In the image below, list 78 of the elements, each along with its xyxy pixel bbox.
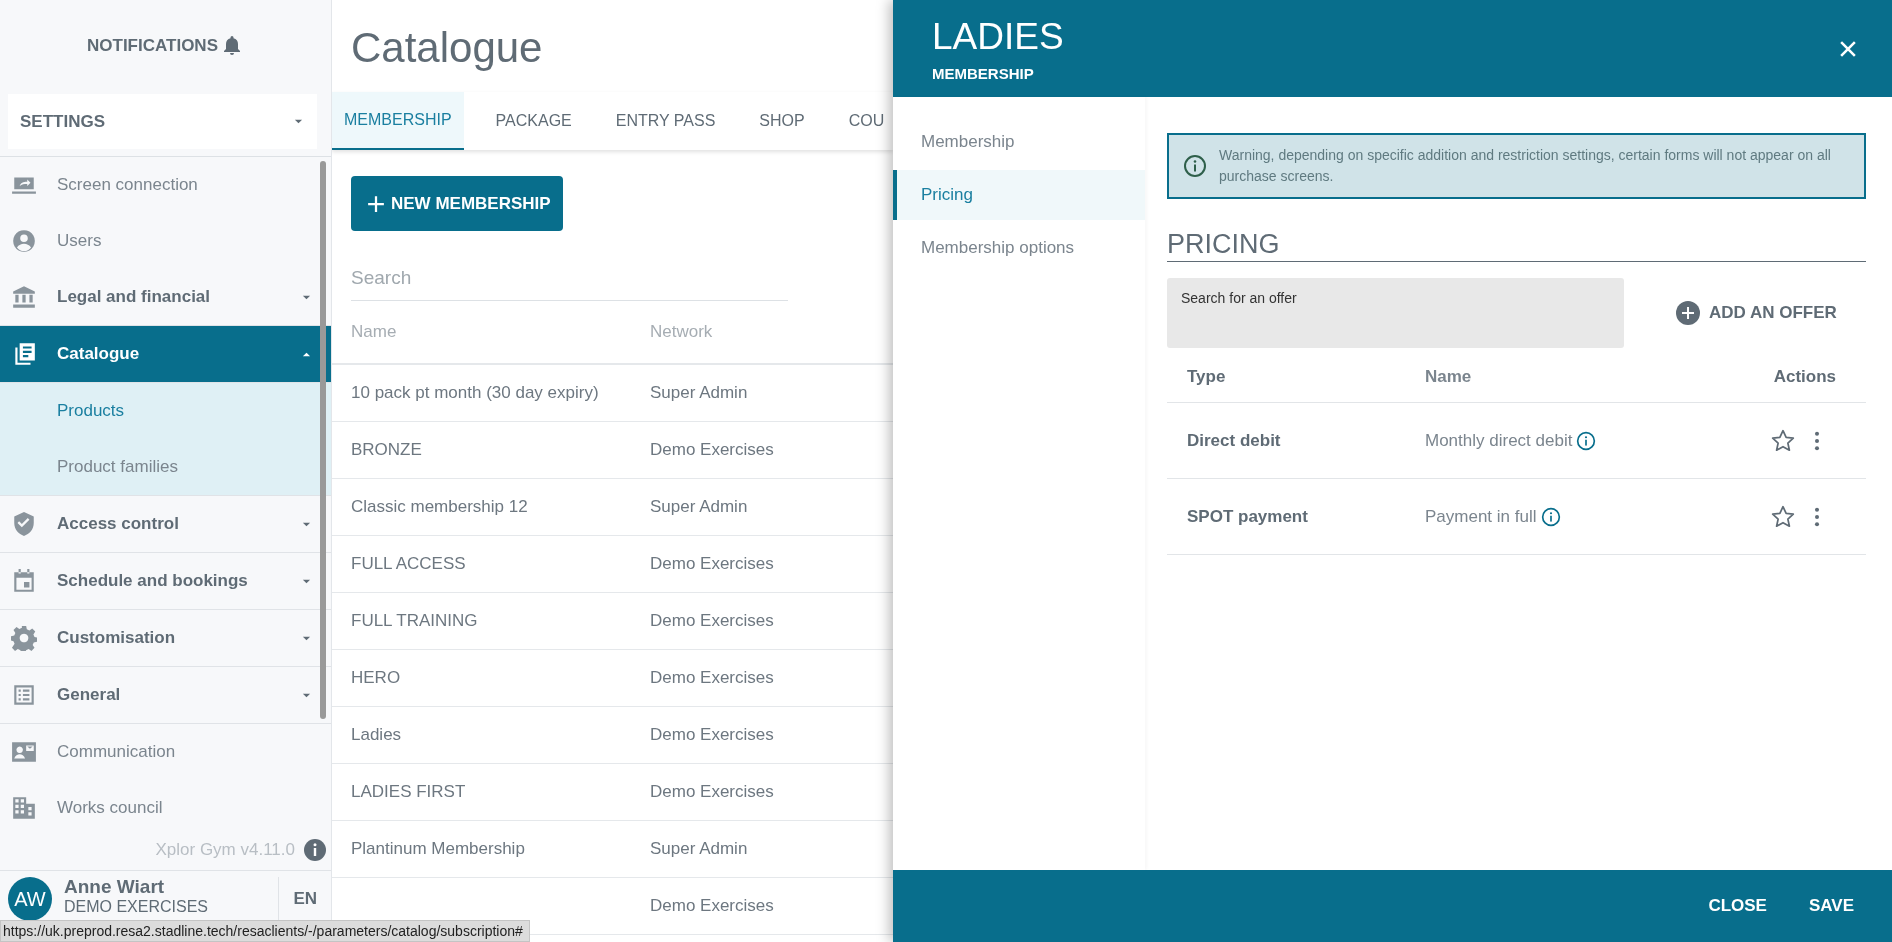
table-cell: Super Admin	[650, 497, 748, 517]
menu-icon	[10, 228, 38, 254]
table-cell: SPOT payment	[1187, 506, 1308, 526]
table-cell: Demo Exercises	[650, 725, 774, 745]
menu-icon	[10, 739, 38, 765]
submenu-item[interactable]: Product families	[0, 439, 331, 495]
close-icon[interactable]	[1840, 40, 1856, 57]
tab[interactable]: ENTRY PASS	[603, 92, 728, 150]
warning-text: Warning, depending on specific addition and restriction settings, certain forms will not appear on all purchase screens.	[1219, 146, 1832, 186]
menu-item[interactable]: Communication	[0, 724, 331, 780]
info-icon[interactable]	[303, 838, 327, 862]
table-cell: Direct debit	[1187, 430, 1281, 450]
panel-subtitle: MEMBERSHIP	[932, 65, 1035, 82]
offer-search-field[interactable]: Search for an offer	[1167, 278, 1624, 348]
scrollbar-thumb[interactable]	[320, 161, 326, 719]
panel-nav-item[interactable]: Membership options	[893, 223, 1145, 273]
star-icon[interactable]	[1770, 427, 1796, 454]
menu-item[interactable]: Catalogue	[0, 326, 331, 383]
table-cell: Demo Exercises	[650, 611, 774, 631]
footer-button[interactable]: CLOSE	[1696, 888, 1779, 924]
settings-dropdown[interactable]: SETTINGS	[8, 94, 317, 149]
menu-item[interactable]: Screen connection	[0, 157, 331, 213]
table-cell: LADIES FIRST	[351, 782, 466, 801]
table-cell: 10 pack pt month (30 day expiry)	[351, 383, 599, 402]
notifications-link[interactable]: NOTIFICATIONS	[87, 36, 218, 56]
table-cell: Payment in full	[1425, 506, 1537, 527]
info-icon	[1183, 154, 1207, 178]
more-icon[interactable]	[1814, 505, 1820, 528]
column-header: Name	[1425, 367, 1473, 387]
avatar[interactable]: AW	[8, 877, 52, 921]
plus-icon	[367, 194, 385, 213]
panel-title: LADIES	[932, 15, 1064, 59]
url-tooltip: https://uk.preprod.resa2.stadline.tech/resaclients/-/parameters/catalog/subscription#	[0, 920, 530, 942]
table-cell: HERO	[351, 668, 401, 687]
table-cell: Demo Exercises	[650, 668, 774, 688]
column-header: Type	[1187, 367, 1227, 387]
panel-nav-item[interactable]: Membership	[893, 117, 1145, 167]
table-cell: Demo Exercises	[650, 554, 774, 574]
table-cell: Classic membership 12	[351, 497, 528, 516]
table-cell: Demo Exercises	[650, 896, 774, 916]
table-cell: Super Admin	[650, 383, 748, 403]
table-cell: Demo Exercises	[650, 782, 774, 802]
page-title: Catalogue	[350, 23, 544, 73]
panel-nav-item[interactable]: Pricing	[893, 170, 1145, 220]
organisation-name: DEMO EXERCISES	[64, 897, 210, 917]
tab[interactable]: PACKAGE	[483, 92, 584, 150]
footer-button[interactable]: SAVE	[1796, 888, 1866, 924]
menu-icon	[10, 284, 38, 310]
table-cell: Super Admin	[650, 839, 748, 859]
table-cell: FULL ACCESS	[351, 554, 466, 573]
star-icon[interactable]	[1770, 503, 1796, 530]
add-offer-button[interactable]: ADD AN OFFER	[1674, 297, 1839, 329]
menu-icon	[10, 795, 38, 821]
caret-icon	[294, 117, 303, 126]
column-header: Network	[650, 322, 713, 342]
tab[interactable]: SHOP	[747, 92, 817, 150]
submenu-item[interactable]: Products	[0, 383, 331, 439]
table-cell: FULL TRAINING	[351, 611, 478, 630]
user-name: Anne Wiart	[64, 877, 166, 897]
plus-circle-icon	[1676, 301, 1700, 325]
section-title: PRICING	[1167, 227, 1866, 262]
new-membership-button[interactable]: NEW MEMBERSHIP	[351, 176, 563, 231]
info-icon[interactable]	[1540, 506, 1561, 527]
table-cell: BRONZE	[351, 440, 422, 459]
tab[interactable]: MEMBERSHIP	[332, 92, 464, 150]
table-cell: Monthly direct debit	[1425, 430, 1573, 451]
more-icon[interactable]	[1814, 429, 1820, 452]
tab[interactable]: COU	[836, 92, 893, 150]
version-text: Xplor Gym v4.11.0	[155, 840, 295, 860]
info-icon[interactable]	[1576, 430, 1597, 451]
column-header: Actions	[1772, 367, 1837, 387]
table-cell: Plantinum Membership	[351, 839, 525, 858]
menu-icon	[10, 625, 38, 651]
menu-item[interactable]: Users	[0, 213, 331, 269]
menu-item[interactable]: Works council	[0, 780, 331, 836]
table-cell: Ladies	[351, 725, 402, 744]
table-cell: Demo Exercises	[650, 440, 774, 460]
column-header: Name	[351, 322, 398, 342]
